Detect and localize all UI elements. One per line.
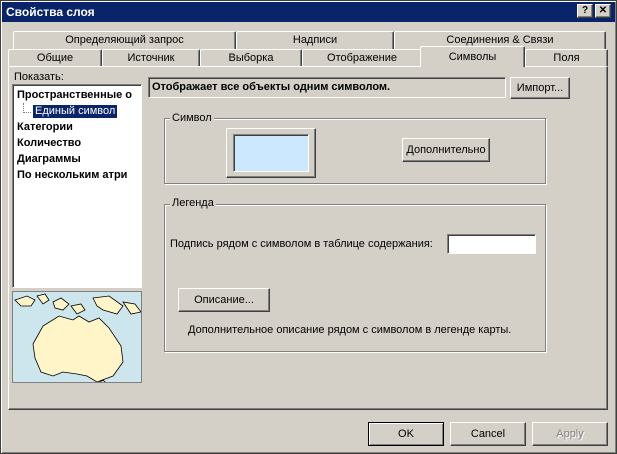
apply-button[interactable]: Apply — [532, 422, 608, 446]
title-bar: Свойства слоя — [2, 2, 615, 22]
import-button[interactable]: Импорт... — [510, 77, 570, 99]
legend-group-label: Легенда — [170, 197, 216, 209]
symbol-group-label: Символ — [170, 112, 214, 124]
description-button[interactable]: Описание... — [178, 288, 270, 312]
map-preview-image — [12, 291, 142, 383]
advanced-button[interactable]: Дополнительно — [402, 138, 490, 162]
list-item-categories[interactable]: Категории — [17, 121, 73, 133]
tab-source[interactable]: Источник — [102, 49, 200, 67]
close-icon: ✕ — [598, 5, 608, 16]
tab-general[interactable]: Общие — [8, 49, 102, 67]
tab-display[interactable]: Отображение — [302, 49, 422, 67]
legend-caption-input[interactable] — [447, 234, 536, 254]
show-list: Пространственные о Единый символ Категор… — [12, 84, 142, 288]
tab-selection[interactable]: Выборка — [200, 49, 302, 67]
symbol-button[interactable] — [226, 128, 316, 178]
legend-description-hint: Дополнительное описание рядом с символом… — [188, 324, 512, 336]
list-item-charts[interactable]: Диаграммы — [17, 153, 81, 165]
symbol-swatch — [233, 134, 309, 172]
cancel-button[interactable]: Cancel — [450, 422, 526, 446]
show-label: Показать: — [14, 71, 64, 83]
tab-fields[interactable]: Поля — [525, 49, 608, 67]
help-button[interactable]: ? — [577, 4, 593, 18]
list-item-multiple-attributes[interactable]: По нескольким атри — [17, 169, 141, 181]
symbology-description: Отображает все объекты одним символом. — [148, 77, 506, 98]
tab-symbology[interactable]: Символы — [420, 46, 525, 67]
tab-definition-query[interactable]: Определяющий запрос — [13, 31, 236, 49]
tab-labels[interactable]: Надписи — [236, 31, 394, 49]
tree-connector — [23, 112, 31, 113]
legend-caption-label: Подпись рядом с символом в таблице содер… — [170, 238, 433, 250]
list-item-features[interactable]: Пространственные о — [17, 89, 141, 101]
list-item-quantities[interactable]: Количество — [17, 137, 81, 149]
close-button[interactable]: ✕ — [595, 4, 611, 18]
list-item-single-symbol[interactable]: Единый символ — [33, 105, 118, 118]
window-title: Свойства слоя — [6, 5, 95, 19]
ok-button[interactable]: OK — [368, 422, 444, 446]
